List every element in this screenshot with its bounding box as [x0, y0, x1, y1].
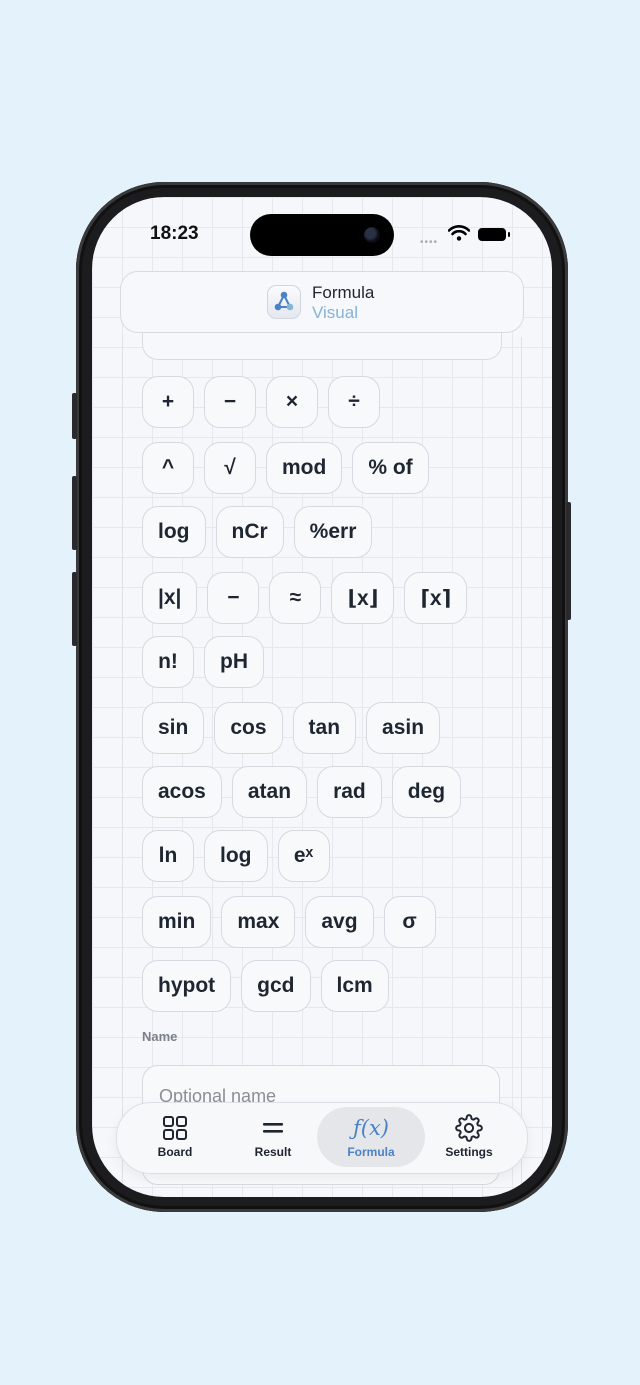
dynamic-island	[250, 214, 394, 256]
keypad-row: ^ √ mod % of	[142, 442, 429, 494]
ph-key[interactable]: pH	[204, 636, 264, 688]
deg-key[interactable]: deg	[391, 766, 462, 818]
hypot-key[interactable]: hypot	[142, 960, 232, 1012]
tab-label: Result	[254, 1145, 292, 1159]
keypad-row: hypot gcd lcm	[142, 960, 389, 1012]
volume-down-button	[72, 572, 77, 646]
app-screen: 18:23 •••• Formula Visual + − × ÷ ^ √ mo…	[92, 197, 552, 1197]
keypad-row: ln log eˣ	[142, 830, 330, 882]
negate-key[interactable]: −	[207, 572, 260, 624]
brand-subtitle: Visual	[312, 303, 358, 322]
atan-key[interactable]: atan	[231, 766, 308, 818]
acos-key[interactable]: acos	[142, 766, 222, 818]
gcd-key[interactable]: gcd	[241, 960, 311, 1012]
signal-icon: ••••	[420, 237, 439, 248]
max-key[interactable]: max	[221, 896, 296, 948]
name-field-label: Name	[142, 1029, 178, 1044]
app-logo-icon	[267, 285, 301, 319]
ln-key[interactable]: ln	[142, 830, 194, 882]
sin-key[interactable]: sin	[142, 702, 205, 754]
brand-name: Formula	[312, 283, 375, 302]
cos-key[interactable]: cos	[214, 702, 283, 754]
tan-key[interactable]: tan	[292, 702, 357, 754]
percent-of-key[interactable]: % of	[352, 442, 429, 494]
asin-key[interactable]: asin	[366, 702, 441, 754]
tab-formula[interactable]: ƒ(x) Formula	[317, 1107, 425, 1167]
wifi-icon	[448, 225, 470, 241]
gear-icon	[455, 1113, 483, 1143]
factorial-key[interactable]: n!	[142, 636, 194, 688]
log-key-2[interactable]: log	[204, 830, 268, 882]
keypad-row: acos atan rad deg	[142, 766, 462, 818]
stddev-key[interactable]: σ	[383, 896, 436, 948]
tab-label: Settings	[445, 1145, 493, 1159]
tab-label: Formula	[347, 1145, 395, 1159]
tab-board[interactable]: Board	[121, 1107, 229, 1167]
avg-key[interactable]: avg	[305, 896, 374, 948]
lcm-key[interactable]: lcm	[320, 960, 389, 1012]
app-header: Formula Visual	[120, 271, 524, 333]
mod-key[interactable]: mod	[266, 442, 343, 494]
power-key[interactable]: ^	[142, 442, 194, 494]
rad-key[interactable]: rad	[317, 766, 382, 818]
tab-bar: Board Result ƒ(x) Formula Settings	[116, 1102, 528, 1174]
sqrt-key[interactable]: √	[204, 442, 256, 494]
exp-key[interactable]: eˣ	[277, 830, 330, 882]
tab-label: Board	[157, 1145, 193, 1159]
power-button	[566, 502, 571, 620]
multiply-key[interactable]: ×	[266, 376, 318, 428]
keypad-row: log nCr %err	[142, 506, 373, 558]
keypad-row: + − × ÷	[142, 376, 380, 428]
keypad-row: |x| − ≈ ⌊x⌋ ⌈x⌉	[142, 572, 468, 624]
abs-key[interactable]: |x|	[142, 572, 198, 624]
equals-icon	[261, 1113, 285, 1143]
log-key[interactable]: log	[142, 506, 206, 558]
action-button	[72, 393, 77, 439]
camera-icon	[364, 227, 380, 243]
plus-key[interactable]: +	[142, 376, 194, 428]
floor-key[interactable]: ⌊x⌋	[331, 572, 395, 624]
approx-key[interactable]: ≈	[269, 572, 322, 624]
keypad-row: sin cos tan asin	[142, 702, 441, 754]
ceil-key[interactable]: ⌈x⌉	[404, 572, 468, 624]
minus-key[interactable]: −	[204, 376, 256, 428]
keypad-row: n! pH	[142, 636, 264, 688]
battery-icon	[478, 228, 510, 241]
tab-result[interactable]: Result	[219, 1107, 327, 1167]
status-time: 18:23	[150, 223, 199, 244]
ncr-key[interactable]: nCr	[215, 506, 284, 558]
grid-icon	[162, 1113, 188, 1143]
fx-icon: ƒ(x)	[352, 1116, 389, 1140]
volume-up-button	[72, 476, 77, 550]
keypad-row: min max avg σ	[142, 896, 436, 948]
min-key[interactable]: min	[142, 896, 212, 948]
percent-error-key[interactable]: %err	[293, 506, 373, 558]
divide-key[interactable]: ÷	[328, 376, 380, 428]
tab-settings[interactable]: Settings	[415, 1107, 523, 1167]
